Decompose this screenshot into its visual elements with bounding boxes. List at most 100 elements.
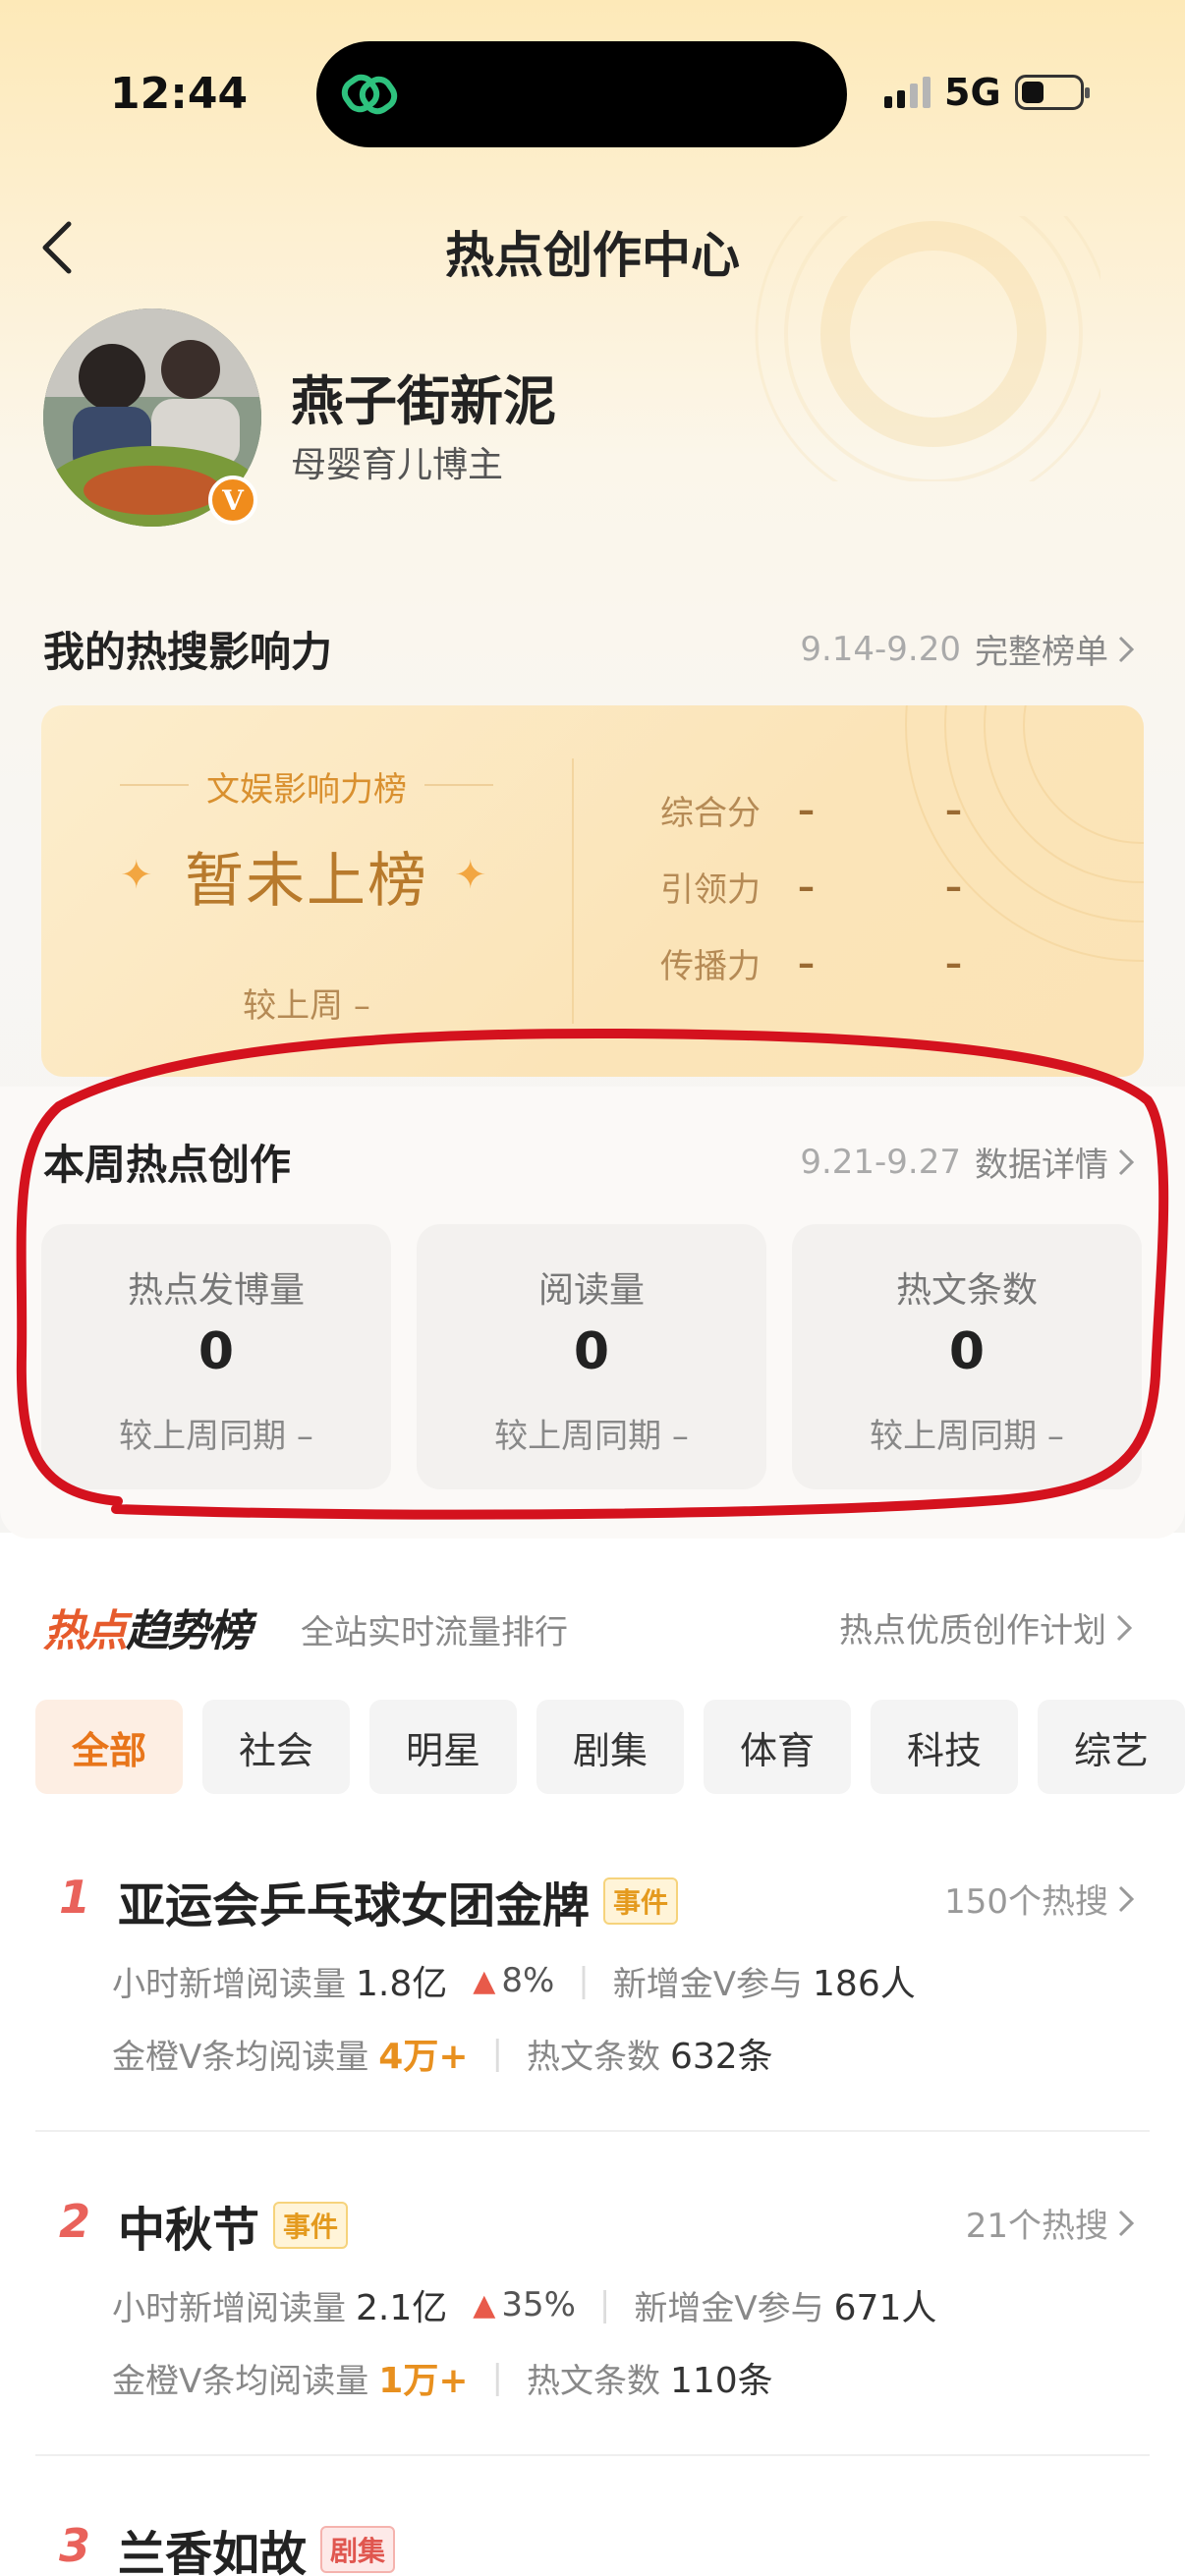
gold-v-label: 新增金V参与 <box>634 2288 824 2328</box>
trend-rank: 1 <box>59 1871 91 1924</box>
trend-tag: 事件 <box>273 2202 349 2249</box>
stat-compare: 较上周同期 – <box>494 1417 689 1456</box>
influence-link[interactable]: 9.14-9.20 完整榜单 <box>800 625 1136 673</box>
chevron-right-icon <box>1118 636 1135 662</box>
trend-title: 兰香如故 剧集 <box>118 2515 396 2576</box>
chevron-right-icon <box>1118 1885 1135 1912</box>
trend-stats-row: 小时新增阅读量 2.1亿 ▲ 35% | 新增金V参与 671人 <box>112 2279 936 2330</box>
board-status: 暂未上榜 <box>185 847 428 916</box>
metric-change: – <box>945 867 962 907</box>
trend-tag: 剧集 <box>320 2526 396 2573</box>
sparkle-icon: ✦ <box>454 853 487 898</box>
metric-value: – <box>798 943 815 983</box>
trend-stats-row: 金橙V条均阅读量 1万+ | 热文条数 110条 <box>112 2352 773 2403</box>
metric-change: – <box>945 943 962 983</box>
hot-posts-value: 632条 <box>669 2037 773 2077</box>
avg-reads-label: 金橙V条均阅读量 <box>112 2361 369 2401</box>
tab-society[interactable]: 社会 <box>202 1700 350 1794</box>
trend-title-text: 亚运会乒乓球女团金牌 <box>118 1878 591 1933</box>
trend-logo-hot: 热点 <box>43 1606 128 1656</box>
tab-all[interactable]: 全部 <box>35 1700 183 1794</box>
stat-compare: 较上周同期 – <box>119 1417 313 1456</box>
hot-posts-label: 热文条数 <box>526 2361 660 2401</box>
trend-title-text: 兰香如故 <box>118 2527 308 2576</box>
growth-percent: 35% <box>501 2285 576 2324</box>
card-divider <box>572 758 574 1024</box>
profile-name[interactable]: 燕子街新泥 <box>291 358 556 435</box>
trend-count-text: 150个热搜 <box>944 1882 1108 1922</box>
stat-value: 0 <box>198 1322 235 1381</box>
trend-count-text: 21个热搜 <box>965 2207 1108 2246</box>
board-compare: 较上周 – <box>243 986 370 1026</box>
metric-row: 传播力 – – <box>660 939 962 987</box>
trend-tag: 事件 <box>603 1877 679 1925</box>
network-label: 5G <box>944 71 1001 114</box>
metric-label: 综合分 <box>660 794 761 833</box>
profile-tag: 母婴育儿博主 <box>291 445 504 485</box>
arrow-up-icon: ▲ <box>473 2287 496 2323</box>
stat-card-hot-posts[interactable]: 热文条数 0 较上周同期 – <box>792 1224 1142 1489</box>
trend-logo-board: 趋势榜 <box>126 1606 252 1656</box>
board-label: 文娱影响力榜 <box>206 770 407 810</box>
dynamic-island <box>316 41 847 147</box>
metric-value: – <box>798 790 815 830</box>
tab-sports[interactable]: 体育 <box>704 1700 851 1794</box>
chevron-right-icon <box>1118 1148 1135 1175</box>
separator: | <box>491 2034 503 2073</box>
quality-plan-link[interactable]: 热点优质创作计划 <box>839 1603 1134 1652</box>
hour-reads-value: 1.8亿 <box>356 1964 448 2004</box>
trend-rank: 3 <box>59 2519 91 2572</box>
tab-stars[interactable]: 明星 <box>369 1700 517 1794</box>
separator: | <box>598 2285 611 2324</box>
stat-card-reads[interactable]: 阅读量 0 较上周同期 – <box>417 1224 766 1489</box>
weekly-link[interactable]: 9.21-9.27 数据详情 <box>800 1138 1136 1186</box>
hour-reads-label: 小时新增阅读量 <box>112 2288 346 2328</box>
trend-count[interactable]: 21个热搜 <box>966 2199 1136 2247</box>
divider <box>35 2454 1150 2456</box>
stat-card-posts[interactable]: 热点发博量 0 较上周同期 – <box>41 1224 391 1489</box>
stat-label: 热点发博量 <box>127 1270 305 1311</box>
category-tabs: 全部 社会 明星 剧集 体育 科技 综艺 <box>35 1700 1185 1794</box>
gold-v-value: 671人 <box>833 2288 937 2328</box>
stat-label: 热文条数 <box>895 1270 1038 1311</box>
weekly-title-text: 本周热点创作 <box>43 1141 292 1189</box>
influence-title-text: 我的热搜影响力 <box>43 628 333 676</box>
quality-plan-text: 热点优质创作计划 <box>839 1611 1106 1651</box>
page-title: 热点创作中心 <box>445 227 740 284</box>
metric-label: 引领力 <box>660 870 761 910</box>
trend-subtitle: 全站实时流量排行 <box>301 1613 568 1652</box>
stat-compare: 较上周同期 – <box>870 1417 1064 1456</box>
label-line-right <box>424 784 493 786</box>
hour-reads-label: 小时新增阅读量 <box>112 1964 346 2004</box>
tab-drama[interactable]: 剧集 <box>536 1700 684 1794</box>
avg-reads-value: 4万+ <box>378 2037 469 2077</box>
trend-stats-row: 金橙V条均阅读量 4万+ | 热文条数 632条 <box>112 2028 773 2079</box>
influence-date-range: 9.14-9.20 <box>800 629 961 669</box>
influence-card[interactable]: 文娱影响力榜 ✦ 暂未上榜 ✦ 较上周 – 综合分 – – 引领力 – – 传播… <box>41 705 1144 1077</box>
trend-count[interactable]: 150个热搜 <box>944 1875 1136 1923</box>
separator: | <box>491 2358 503 2397</box>
metric-label: 传播力 <box>660 947 761 986</box>
metric-row: 综合分 – – <box>660 786 962 834</box>
growth-percent: 8% <box>501 1961 555 2000</box>
verified-badge: V <box>208 476 257 525</box>
arrow-up-icon: ▲ <box>473 1963 496 1998</box>
tab-tech[interactable]: 科技 <box>871 1700 1018 1794</box>
tab-variety[interactable]: 综艺 <box>1038 1700 1185 1794</box>
stat-value: 0 <box>573 1322 610 1381</box>
avg-reads-value: 1万+ <box>378 2361 469 2401</box>
trend-stats-row: 小时新增阅读量 1.8亿 ▲ 8% | 新增金V参与 186人 <box>112 1955 916 2006</box>
status-icons: 5G <box>884 71 1090 114</box>
gold-v-label: 新增金V参与 <box>612 1964 804 2004</box>
chevron-right-icon <box>1118 2210 1135 2236</box>
trend-logo: 热点趋势榜 <box>43 1596 252 1658</box>
page: 12:44 5G 热点创作中心 V 燕子街新泥 母婴育儿博主 我的热搜影响力 9… <box>0 0 1185 2576</box>
full-ranking-link[interactable]: 完整榜单 <box>975 625 1108 673</box>
hot-posts-label: 热文条数 <box>526 2037 660 2077</box>
hour-reads-value: 2.1亿 <box>356 2288 448 2328</box>
influence-section-title: 我的热搜影响力 <box>43 619 367 679</box>
stat-value: 0 <box>948 1322 986 1381</box>
trend-title-text: 中秋节 <box>118 2203 260 2258</box>
gold-v-value: 186人 <box>813 1964 916 2004</box>
data-detail-link[interactable]: 数据详情 <box>975 1138 1108 1186</box>
